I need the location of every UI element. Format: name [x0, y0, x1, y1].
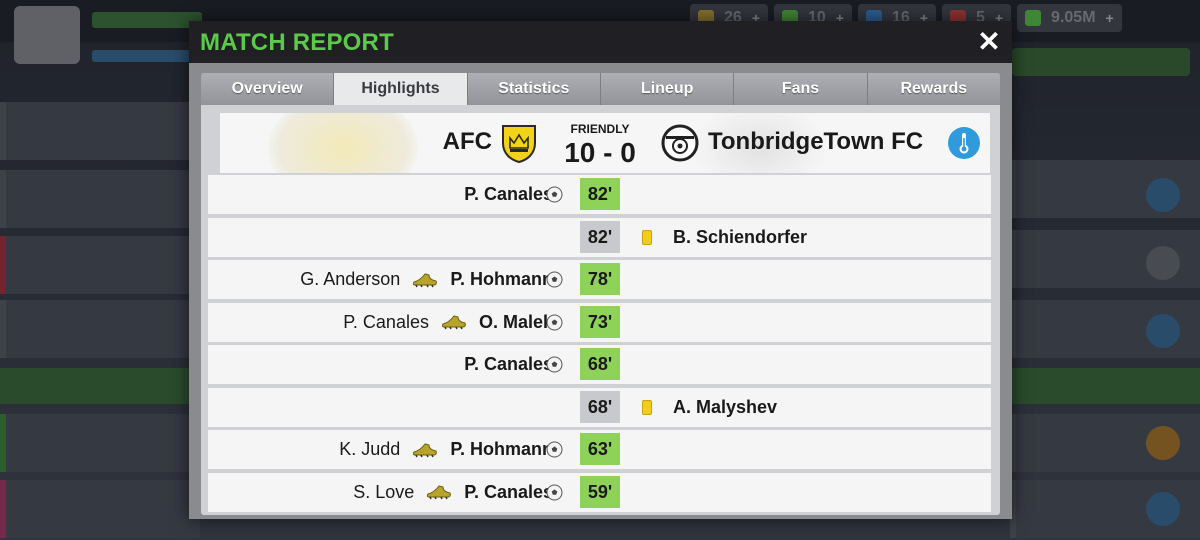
scorer-name: P. Canales — [464, 354, 553, 374]
tab-statistics[interactable]: Statistics — [467, 73, 601, 105]
assist-boot-icon — [426, 484, 452, 500]
scorer-name: P. Hohmann — [450, 439, 553, 459]
away-team-badge-icon — [661, 124, 699, 162]
goal-event-row: P. Canales 68' — [208, 345, 991, 384]
assist-boot-icon — [412, 442, 438, 458]
home-crest-watermark — [268, 113, 418, 173]
yellow-card-icon — [642, 399, 652, 415]
tab-fans[interactable]: Fans — [734, 73, 868, 105]
assist-player-name: K. Judd — [339, 439, 401, 459]
tab-rewards[interactable]: Rewards — [867, 73, 1000, 105]
event-minute: 59' — [580, 475, 620, 508]
thermometer-icon — [959, 133, 969, 154]
event-minute: 73' — [580, 305, 620, 338]
goal-ball-icon — [546, 441, 563, 458]
final-score: 10 - 0 — [564, 137, 636, 168]
competition-label: FRIENDLY — [570, 122, 630, 136]
goal-ball-icon — [546, 484, 563, 501]
highlights-list: P. Canales 82' 82' B. Schiendorfer G. Anders… — [208, 175, 991, 515]
goal-ball-icon — [546, 186, 563, 203]
assist-boot-icon — [441, 314, 467, 330]
yellow-card-icon — [642, 229, 652, 245]
scorer-name: P. Canales — [464, 481, 553, 502]
card-event-row: 68' A. Malyshev — [208, 387, 991, 427]
goal-details: G. Anderson P. Hohmann — [300, 260, 553, 299]
goal-ball-icon — [546, 314, 563, 331]
event-minute: 82' — [580, 178, 620, 210]
scorer-name: O. Malek — [478, 311, 553, 332]
home-team-name: AFC — [442, 128, 492, 155]
event-minute: 63' — [580, 433, 620, 465]
event-minute: 78' — [580, 263, 620, 295]
booked-player-name: B. Schiendorfer — [673, 226, 808, 247]
goal-event-row: P. Canales 82' — [208, 175, 991, 214]
match-rating-button[interactable] — [948, 127, 980, 159]
goal-event-row: S. Love P. Canales 59' — [208, 472, 991, 512]
report-panel: Overview Highlights Statistics Lineup Fans Re… — [201, 73, 1000, 515]
match-report-modal: MATCH REPORT ✕ Overview Highlights Statist… — [189, 21, 1012, 519]
goal-details: K. Judd P. Hohmann — [339, 430, 553, 469]
goal-event-row: P. Canales O. Malek 73' — [208, 302, 991, 342]
modal-title: MATCH REPORT — [200, 29, 394, 56]
match-header: AFC FRIENDLY 10 - 0 TonbridgeTown FC — [220, 113, 990, 173]
assist-player-name: G. Anderson — [300, 269, 401, 289]
goal-details: P. Canales — [464, 345, 553, 384]
goal-details: P. Canales — [464, 175, 553, 214]
modal-header: MATCH REPORT ✕ — [189, 21, 1012, 63]
event-minute: 68' — [580, 390, 620, 423]
scorer-name: P. Canales — [464, 184, 553, 204]
assist-player-name: S. Love — [353, 481, 415, 502]
goal-ball-icon — [546, 356, 563, 373]
away-team-name: TonbridgeTown FC — [708, 128, 924, 155]
event-minute: 82' — [580, 220, 620, 253]
card-event-row: 82' B. Schiendorfer — [208, 217, 991, 257]
close-icon: ✕ — [977, 26, 1001, 57]
tab-highlights[interactable]: Highlights — [334, 73, 468, 105]
assist-boot-icon — [412, 272, 438, 288]
goal-ball-icon — [546, 271, 563, 288]
close-button[interactable]: ✕ — [972, 25, 1006, 59]
modal-body: Overview Highlights Statistics Lineup Fans Re… — [189, 63, 1012, 519]
home-team-badge-icon — [502, 125, 536, 163]
event-minute: 68' — [580, 348, 620, 380]
assist-player-name: P. Canales — [343, 311, 429, 332]
booked-player-name: A. Malyshev — [673, 396, 778, 417]
scorer-name: P. Hohmann — [450, 269, 553, 289]
tab-lineup[interactable]: Lineup — [600, 73, 735, 105]
tab-overview[interactable]: Overview — [201, 73, 335, 105]
goal-details: P. Canales O. Malek — [343, 303, 553, 342]
goal-details: S. Love P. Canales — [353, 473, 553, 512]
goal-event-row: K. Judd P. Hohmann 63' — [208, 430, 991, 469]
tab-bar: Overview Highlights Statistics Lineup Fans Re… — [201, 73, 1000, 105]
goal-event-row: G. Anderson P. Hohmann 78' — [208, 260, 991, 299]
